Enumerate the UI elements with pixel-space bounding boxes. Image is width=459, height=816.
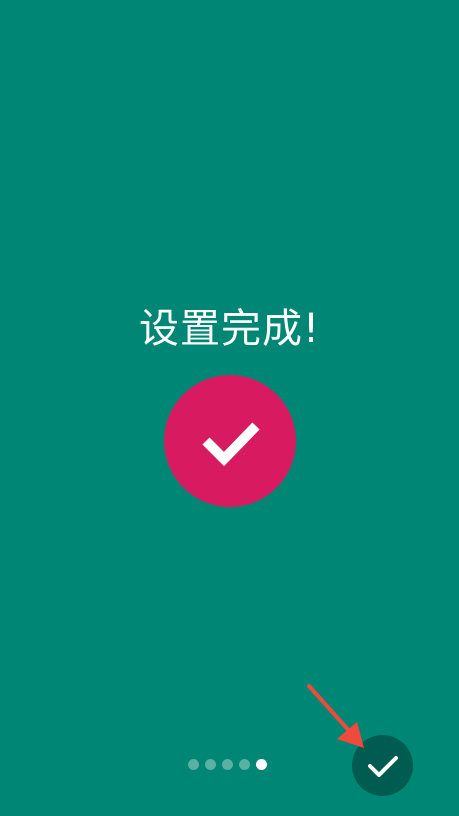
page-dot (205, 759, 216, 770)
page-dot (188, 759, 199, 770)
page-indicator (188, 759, 267, 770)
page-dot-active (256, 759, 267, 770)
checkmark-icon (202, 422, 260, 467)
page-title: 设置完成! (138, 306, 321, 352)
setup-complete-screen: 设置完成! (0, 0, 459, 816)
success-badge (164, 375, 296, 507)
done-button[interactable] (352, 735, 413, 796)
page-dot (222, 759, 233, 770)
page-dot (239, 759, 250, 770)
checkmark-icon (367, 755, 398, 777)
